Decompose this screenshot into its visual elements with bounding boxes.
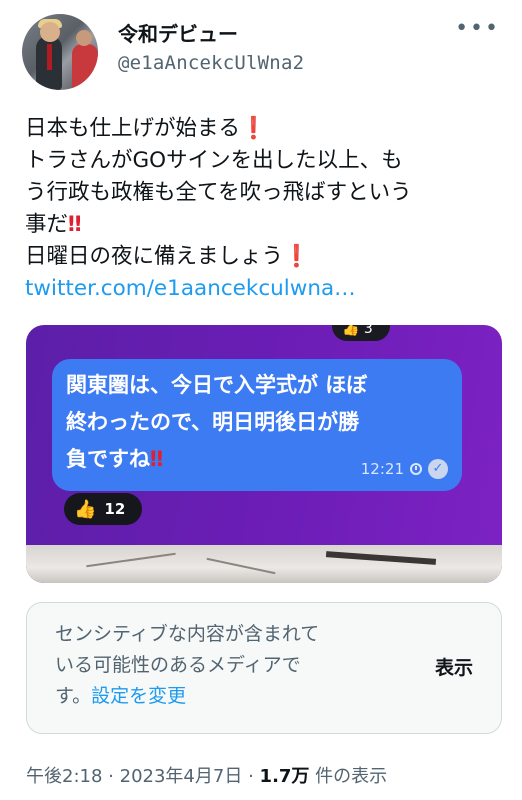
message-time-text: 12:21: [360, 460, 404, 478]
bubble-line-2: 終わったので、明日明後日が勝: [66, 410, 360, 434]
top-reaction-badge: 👍 3: [332, 325, 390, 341]
bubble-line-3-text: 負ですね: [66, 447, 150, 471]
avatar-tie: [47, 44, 52, 70]
tweet-line-2: トラさんがGOサインを出した以上、も: [25, 148, 403, 173]
tweet-line-4-text: 事だ: [25, 212, 69, 237]
thumbs-up-icon: 👍: [74, 498, 97, 520]
message-time: 12:21 ✓: [361, 459, 448, 479]
show-media-button[interactable]: 表示: [435, 653, 473, 680]
media-image[interactable]: 👍 3 関東圏は、今日で入学式が ほぼ 終わったので、明日明後日が勝 負ですね‼…: [26, 325, 502, 583]
double-exclamation-icon: ‼: [150, 447, 164, 471]
sensitive-line-3-text: す。: [55, 685, 92, 707]
avatar-figure-right: [72, 44, 98, 90]
exclamation-icon: ❗: [283, 244, 310, 269]
separator: ·: [248, 766, 254, 787]
sketch-strip: [26, 545, 502, 583]
read-check-icon: ✓: [428, 459, 448, 479]
post-time[interactable]: 午後2:18: [26, 766, 102, 787]
view-count: 1.7万: [259, 766, 310, 787]
views-label: 件の表示: [315, 766, 388, 787]
sensitive-text: センシティブな内容が含まれて いる可能性のあるメディアで す。設定を変更: [55, 619, 375, 712]
sketch-stroke: [86, 552, 176, 568]
chat-bubble: 関東圏は、今日で入学式が ほぼ 終わったので、明日明後日が勝 負ですね‼ 12:…: [52, 359, 462, 491]
separator: ·: [108, 766, 114, 787]
change-settings-link[interactable]: 設定を変更: [91, 685, 186, 707]
tweet-text: 日本も仕上げが始まる❗ トラさんがGOサインを出した以上、も う行政も政権も全て…: [25, 113, 505, 305]
sensitive-line-1: センシティブな内容が含まれて: [55, 623, 320, 645]
reaction-badge: 👍 12: [64, 493, 142, 525]
bubble-line-1: 関東圏は、今日で入学式が ほぼ: [66, 373, 368, 397]
post-date[interactable]: 2023年4月7日: [120, 766, 243, 787]
sensitive-content-notice: センシティブな内容が含まれて いる可能性のあるメディアで す。設定を変更 表示: [26, 602, 502, 734]
sketch-stroke: [206, 557, 276, 575]
tweet-line-5: 日曜日の夜に備えましょう❗: [25, 241, 505, 273]
avatar[interactable]: [22, 14, 98, 90]
tweet-line-3: う行政も政権も全てを吹っ飛ばすという: [25, 180, 412, 205]
sensitive-line-2: いる可能性のあるメディアで: [55, 654, 301, 676]
display-name[interactable]: 令和デビュー: [118, 18, 238, 47]
tweet-meta: 午後2:18 · 2023年4月7日 · 1.7万 件の表示: [26, 762, 387, 788]
tweet-header: 令和デビュー @e1aAncekcUlWna2 •••: [22, 12, 502, 92]
reaction-count: 12: [104, 500, 126, 518]
avatar-face-right: [76, 30, 92, 46]
tweet-line-1: 日本も仕上げが始まる❗: [25, 113, 505, 145]
user-handle[interactable]: @e1aAncekcUlWna2: [118, 52, 304, 74]
clock-icon: [410, 463, 422, 475]
tweet-line-4: 事だ‼: [25, 209, 505, 241]
double-exclamation-icon: ‼: [68, 212, 82, 237]
exclamation-icon: ❗: [240, 116, 267, 141]
avatar-face-left: [40, 22, 60, 42]
sketch-stroke: [325, 551, 437, 565]
tweet-line-5-text: 日曜日の夜に備えましょう: [25, 244, 284, 269]
more-options-icon[interactable]: •••: [455, 18, 500, 40]
sensitive-line-3: す。設定を変更: [55, 681, 375, 712]
tweet-line-1-text: 日本も仕上げが始まる: [25, 116, 241, 141]
tweet-link[interactable]: twitter.com/e1aancekculwna…: [25, 273, 505, 305]
